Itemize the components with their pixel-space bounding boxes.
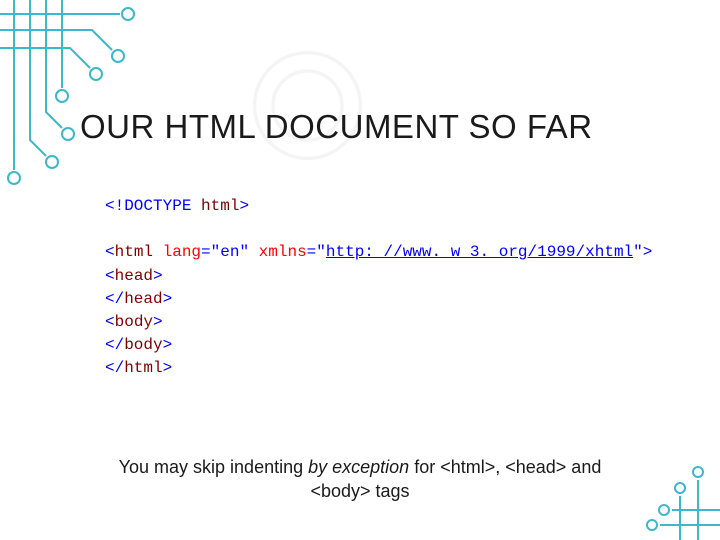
code-line-3: <head> xyxy=(105,265,652,288)
code-line-6: </body> xyxy=(105,334,652,357)
decorative-circuit-top-left xyxy=(0,0,200,200)
code-line-4: </head> xyxy=(105,288,652,311)
footer-note: You may skip indenting by exception for … xyxy=(0,455,720,504)
code-line-7: </html> xyxy=(105,357,652,380)
slide-title: OUR HTML DOCUMENT SO FAR xyxy=(80,108,593,146)
code-line-2: <html lang="en" xmlns="http: //www. w 3.… xyxy=(105,241,652,264)
code-line-1: <!DOCTYPE html> xyxy=(105,195,652,218)
code-line-5: <body> xyxy=(105,311,652,334)
code-snippet: <!DOCTYPE html> <html lang="en" xmlns="h… xyxy=(105,195,652,381)
